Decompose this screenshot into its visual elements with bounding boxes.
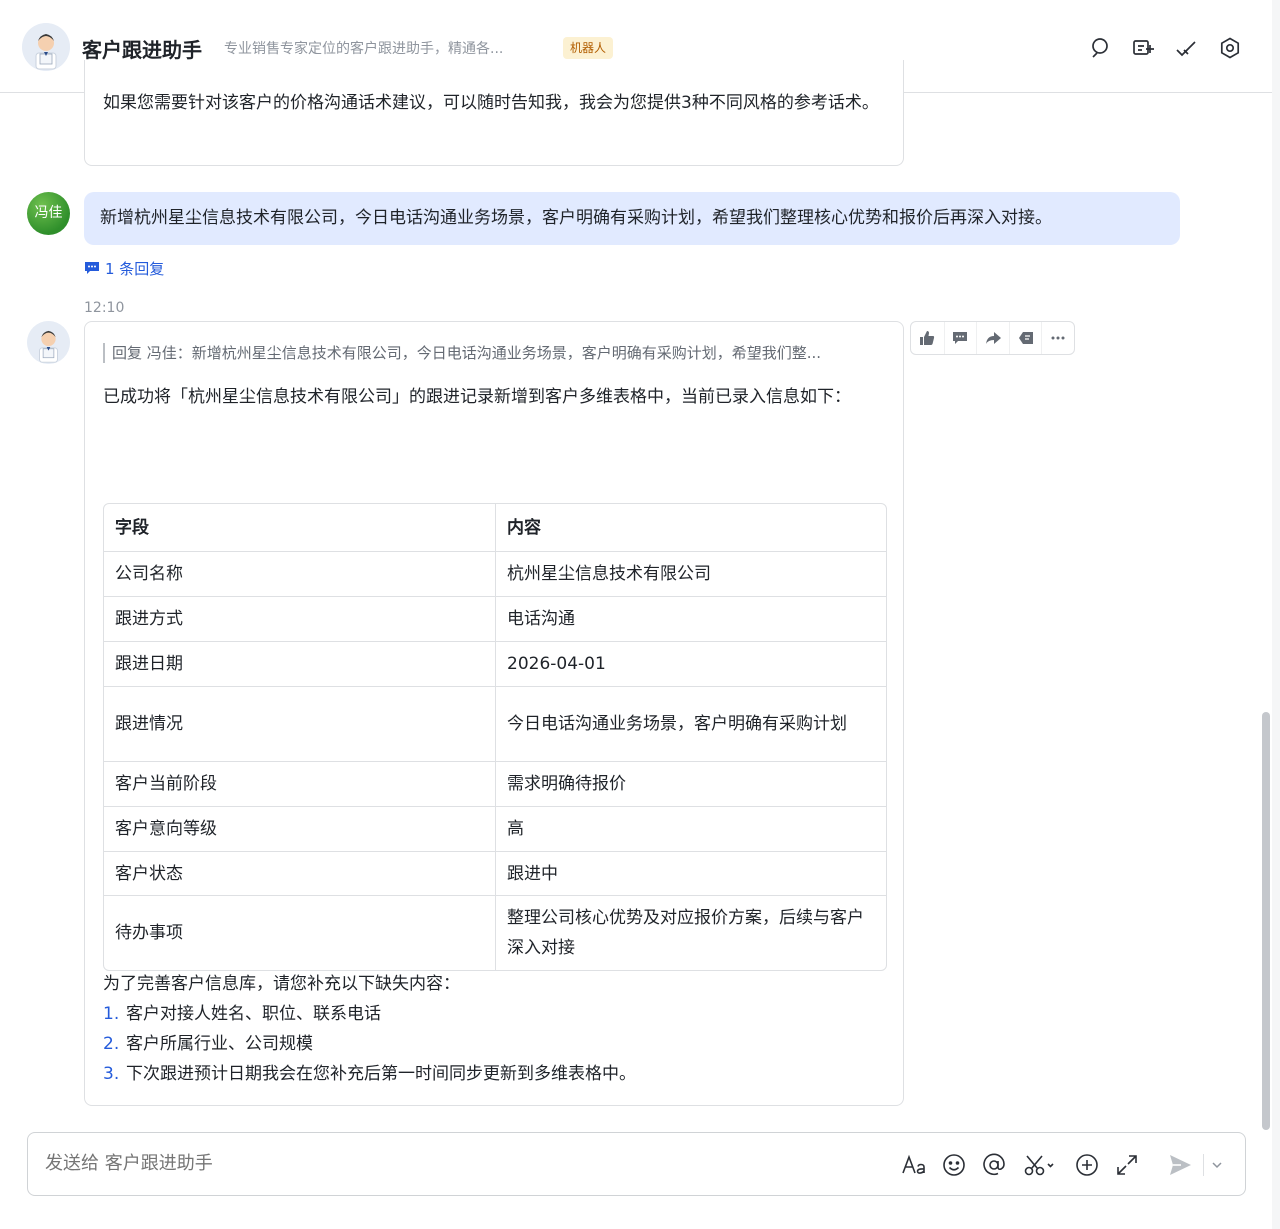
table-cell: 跟进情况 <box>115 714 183 734</box>
table-header-cell: 内容 <box>495 504 886 551</box>
message-composer <box>27 1132 1246 1196</box>
table-row: 客户状态 跟进中 <box>104 851 886 895</box>
table-cell: 2026-04-01 <box>495 642 886 686</box>
send-divider <box>1203 1154 1204 1176</box>
forward-icon[interactable] <box>976 322 1009 354</box>
list-text: 客户所属行业、公司规模 <box>126 1034 313 1054</box>
bot-avatar[interactable] <box>22 23 70 71</box>
thread-icon <box>85 262 99 274</box>
more-icon[interactable] <box>1041 322 1074 354</box>
bot-description[interactable]: 专业销售专家定位的客户跟进助手，精通各... <box>224 38 554 58</box>
table-cell: 跟进日期 <box>115 654 183 674</box>
list-item: 1. 客户对接人姓名、职位、联系电话 <box>103 999 893 1029</box>
scrollbar-thumb[interactable] <box>1262 712 1270 1130</box>
reply-quote[interactable]: 回复 冯佳：新增杭州星尘信息技术有限公司，今日电话沟通业务场景，客户明确有采购计… <box>103 343 878 363</box>
previous-message-text: 如果您需要针对该客户的价格沟通话术建议，可以随时告知我，我会为您提供3种不同风格… <box>103 93 879 113</box>
table-cell: 整理公司核心优势及对应报价方案，后续与客户深入对接 <box>495 896 886 970</box>
message-timestamp: 12:10 <box>84 300 125 316</box>
expand-icon[interactable] <box>1114 1152 1140 1178</box>
table-cell: 跟进中 <box>495 852 886 895</box>
list-text: 下次跟进预计日期我会在您补充后第一时间同步更新到多维表格中。 <box>126 1064 636 1084</box>
table-row: 跟进日期 2026-04-01 <box>104 641 886 686</box>
mark-done-icon[interactable] <box>1174 36 1198 60</box>
list-number: 3. <box>103 1064 120 1084</box>
search-icon[interactable] <box>1088 36 1112 60</box>
customer-info-table: 字段 内容 公司名称 杭州星尘信息技术有限公司 跟进方式 电话沟通 跟进日期 2… <box>103 503 887 971</box>
table-cell: 客户当前阶段 <box>115 774 217 794</box>
list-item: 3. 下次跟进预计日期我会在您补充后第一时间同步更新到多维表格中。 <box>103 1059 893 1089</box>
settings-icon[interactable] <box>1218 36 1242 60</box>
user-avatar[interactable]: 冯佳 <box>27 192 70 235</box>
table-row: 客户意向等级 高 <box>104 806 886 851</box>
table-row: 客户当前阶段 需求明确待报价 <box>104 761 886 806</box>
bot-message-card: 回复 冯佳：新增杭州星尘信息技术有限公司，今日电话沟通业务场景，客户明确有采购计… <box>84 321 904 1106</box>
message-action-bar <box>910 321 1075 355</box>
list-number: 1. <box>103 1004 120 1024</box>
followup-section: 为了完善客户信息库，请您补充以下缺失内容： 1. 客户对接人姓名、职位、联系电话… <box>103 969 893 1089</box>
table-header-cell: 字段 <box>115 517 149 538</box>
bot-intro-text: 已成功将「杭州星尘信息技术有限公司」的跟进记录新增到客户多维表格中，当前已录入信… <box>103 387 851 407</box>
scrollbar-track[interactable] <box>1272 0 1280 1229</box>
table-cell: 需求明确待报价 <box>495 762 886 806</box>
table-cell: 高 <box>495 807 886 851</box>
table-cell: 公司名称 <box>115 564 183 584</box>
reply-count-label: 1 条回复 <box>105 259 165 278</box>
table-header-row: 字段 内容 <box>104 504 886 551</box>
reply-icon[interactable] <box>1008 322 1042 354</box>
table-cell: 跟进方式 <box>115 609 183 629</box>
add-tab-icon[interactable] <box>1131 36 1155 60</box>
text-format-icon[interactable] <box>901 1152 927 1178</box>
table-cell: 客户意向等级 <box>115 819 217 839</box>
screenshot-icon[interactable] <box>1023 1152 1057 1178</box>
table-row: 跟进方式 电话沟通 <box>104 596 886 641</box>
add-icon[interactable] <box>1074 1152 1100 1178</box>
emoji-icon[interactable] <box>941 1152 967 1178</box>
bot-avatar[interactable] <box>27 321 70 364</box>
send-icon[interactable] <box>1167 1152 1193 1178</box>
previous-message-card: 如果您需要针对该客户的价格沟通话术建议，可以随时告知我，我会为您提供3种不同风格… <box>84 60 904 166</box>
reply-count-link[interactable]: 1 条回复 <box>84 258 164 278</box>
chevron-down-icon[interactable] <box>1209 1152 1225 1178</box>
table-row: 跟进情况 今日电话沟通业务场景，客户明确有采购计划 <box>104 686 886 761</box>
table-cell: 电话沟通 <box>495 597 886 641</box>
chat-title: 客户跟进助手 <box>82 38 202 62</box>
table-cell: 客户状态 <box>115 863 183 884</box>
list-number: 2. <box>103 1034 120 1054</box>
message-input[interactable] <box>45 1153 865 1174</box>
mention-icon[interactable] <box>981 1152 1007 1178</box>
user-message-bubble: 新增杭州星尘信息技术有限公司，今日电话沟通业务场景，客户明确有采购计划，希望我们… <box>84 192 1180 245</box>
table-cell: 待办事项 <box>115 923 183 943</box>
table-cell: 今日电话沟通业务场景，客户明确有采购计划 <box>495 687 886 761</box>
list-text: 客户对接人姓名、职位、联系电话 <box>126 1004 381 1024</box>
list-item: 2. 客户所属行业、公司规模 <box>103 1029 893 1059</box>
table-row: 待办事项 整理公司核心优势及对应报价方案，后续与客户深入对接 <box>104 895 886 970</box>
followup-intro: 为了完善客户信息库，请您补充以下缺失内容： <box>103 974 460 994</box>
thumbs-up-icon[interactable] <box>911 322 944 354</box>
bot-badge: 机器人 <box>563 37 614 59</box>
comment-icon[interactable] <box>943 322 977 354</box>
table-row: 公司名称 杭州星尘信息技术有限公司 <box>104 551 886 596</box>
table-cell: 杭州星尘信息技术有限公司 <box>495 552 886 596</box>
